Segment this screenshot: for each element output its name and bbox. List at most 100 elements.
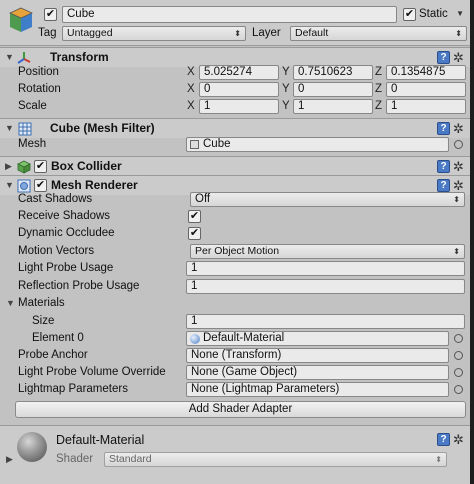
help-book-icon[interactable]: ? xyxy=(437,433,450,446)
gear-icon[interactable]: ✲ xyxy=(453,160,464,173)
light-probe-usage-field[interactable]: 1 xyxy=(186,261,465,276)
materials-label[interactable]: Materials xyxy=(18,296,65,311)
reflection-probe-usage-label: Reflection Probe Usage xyxy=(18,280,140,292)
chevron-updown-icon: ⬍ xyxy=(455,29,462,38)
position-z-label[interactable]: Z xyxy=(375,65,382,80)
help-book-icon[interactable]: ? xyxy=(437,179,450,192)
scale-x-field[interactable]: 1 xyxy=(199,99,279,114)
probe-anchor-label: Probe Anchor xyxy=(18,349,88,361)
element0-object-field[interactable]: Default-Material xyxy=(186,331,449,346)
motion-vectors-dropdown[interactable]: Per Object Motion ⬍ xyxy=(190,244,465,259)
material-name: Default-Material xyxy=(56,433,145,447)
scale-x-label[interactable]: X xyxy=(187,99,195,114)
rotation-z-label[interactable]: Z xyxy=(375,82,382,97)
layer-value: Default xyxy=(295,27,329,39)
help-book-icon[interactable]: ? xyxy=(437,122,450,135)
cast-shadows-dropdown[interactable]: Off ⬍ xyxy=(190,192,465,207)
position-z-field[interactable]: 0.1354875 xyxy=(386,65,466,80)
rotation-label: Rotation xyxy=(18,83,61,95)
layer-label: Layer xyxy=(252,27,281,39)
shader-dropdown[interactable]: Standard ⬍ xyxy=(104,452,447,467)
materials-foldout-icon[interactable]: ▼ xyxy=(6,296,15,311)
position-x-label[interactable]: X xyxy=(187,65,195,80)
inspector-panel: ✔ Cube ✔ Static ▼ Tag Untagged ⬍ Layer De… xyxy=(0,0,470,484)
rotation-x-field[interactable]: 0 xyxy=(199,82,279,97)
receive-shadows-label: Receive Shadows xyxy=(18,210,111,222)
help-book-icon[interactable]: ? xyxy=(437,51,450,64)
position-y-field[interactable]: 0.7510623 xyxy=(293,65,373,80)
help-book-icon[interactable]: ? xyxy=(437,160,450,173)
chevron-updown-icon: ⬍ xyxy=(453,247,460,256)
object-picker-icon[interactable] xyxy=(454,351,463,360)
foldout-expanded-icon[interactable]: ▼ xyxy=(5,178,14,193)
chevron-updown-icon: ⬍ xyxy=(234,29,241,38)
shader-label: Shader xyxy=(56,453,94,465)
scrollbar[interactable] xyxy=(470,0,474,484)
cube-icon xyxy=(9,7,33,32)
reflection-probe-usage-field[interactable]: 1 xyxy=(186,279,465,294)
scale-y-field[interactable]: 1 xyxy=(293,99,373,114)
light-probe-volume-override-label: Light Probe Volume Override xyxy=(18,366,166,378)
box-collider-header[interactable]: ▶ ✔ Box Collider ? ✲ xyxy=(0,156,470,176)
object-picker-icon[interactable] xyxy=(454,334,463,343)
box-collider-enabled-checkbox[interactable]: ✔ xyxy=(34,160,47,173)
mesh-grid-icon xyxy=(18,122,32,136)
tag-dropdown[interactable]: Untagged ⬍ xyxy=(62,26,246,41)
mesh-object-field[interactable]: Cube xyxy=(186,137,449,152)
light-probe-volume-override-field[interactable]: None (Game Object) xyxy=(186,365,449,380)
chevron-updown-icon: ⬍ xyxy=(435,455,442,464)
gear-icon[interactable]: ✲ xyxy=(453,122,464,135)
object-picker-icon[interactable] xyxy=(454,140,463,149)
mesh-filter-title: Cube (Mesh Filter) xyxy=(50,121,155,135)
transform-header[interactable]: ▼ Transform ? ✲ xyxy=(0,47,470,67)
shader-value: Standard xyxy=(109,453,152,465)
static-label: Static xyxy=(419,8,448,20)
sphere-icon xyxy=(17,432,47,462)
scale-z-label[interactable]: Z xyxy=(375,99,382,114)
position-x-field[interactable]: 5.025274 xyxy=(199,65,279,80)
scale-z-field[interactable]: 1 xyxy=(386,99,466,114)
box-collider-title: Box Collider xyxy=(51,159,122,173)
foldout-collapsed-icon[interactable]: ▶ xyxy=(6,452,13,467)
static-checkbox[interactable]: ✔ xyxy=(403,8,416,21)
light-probe-usage-label: Light Probe Usage xyxy=(18,262,114,274)
foldout-expanded-icon[interactable]: ▼ xyxy=(5,121,14,136)
materials-size-field[interactable]: 1 xyxy=(186,314,465,329)
scale-y-label[interactable]: Y xyxy=(282,99,290,114)
static-dropdown[interactable]: ▼ xyxy=(452,7,468,22)
tag-value: Untagged xyxy=(67,27,113,39)
lightmap-parameters-label: Lightmap Parameters xyxy=(18,383,128,395)
dynamic-occludee-label: Dynamic Occludee xyxy=(18,227,115,239)
dynamic-occludee-checkbox[interactable]: ✔ xyxy=(188,227,201,240)
gear-icon[interactable]: ✲ xyxy=(453,179,464,192)
transform-axes-icon xyxy=(17,52,31,64)
foldout-collapsed-icon[interactable]: ▶ xyxy=(5,159,12,174)
object-picker-icon[interactable] xyxy=(454,368,463,377)
mesh-filter-header[interactable]: ▼ Cube (Mesh Filter) ? ✲ xyxy=(0,118,470,138)
box-collider-icon xyxy=(17,160,31,174)
lightmap-parameters-field[interactable]: None (Lightmap Parameters) xyxy=(186,382,449,397)
mesh-grid-icon xyxy=(190,140,199,149)
cast-shadows-value: Off xyxy=(195,193,211,205)
probe-anchor-field[interactable]: None (Transform) xyxy=(186,348,449,363)
layer-dropdown[interactable]: Default ⬍ xyxy=(290,26,467,41)
rotation-z-field[interactable]: 0 xyxy=(386,82,466,97)
foldout-expanded-icon[interactable]: ▼ xyxy=(5,50,14,65)
active-checkbox[interactable]: ✔ xyxy=(44,8,57,21)
mesh-renderer-enabled-checkbox[interactable]: ✔ xyxy=(34,179,47,192)
motion-vectors-label: Motion Vectors xyxy=(18,245,95,257)
object-picker-icon[interactable] xyxy=(454,385,463,394)
position-label: Position xyxy=(18,66,59,78)
gear-icon[interactable]: ✲ xyxy=(453,51,464,64)
add-shader-adapter-button[interactable]: Add Shader Adapter xyxy=(15,401,466,418)
rotation-x-label[interactable]: X xyxy=(187,82,195,97)
receive-shadows-checkbox[interactable]: ✔ xyxy=(188,210,201,223)
rotation-y-label[interactable]: Y xyxy=(282,82,290,97)
mesh-renderer-icon xyxy=(17,179,31,193)
gear-icon[interactable]: ✲ xyxy=(453,433,464,446)
chevron-updown-icon: ⬍ xyxy=(453,195,460,204)
material-sphere-icon xyxy=(190,334,200,344)
position-y-label[interactable]: Y xyxy=(282,65,290,80)
object-name-field[interactable]: Cube xyxy=(62,6,397,23)
rotation-y-field[interactable]: 0 xyxy=(293,82,373,97)
